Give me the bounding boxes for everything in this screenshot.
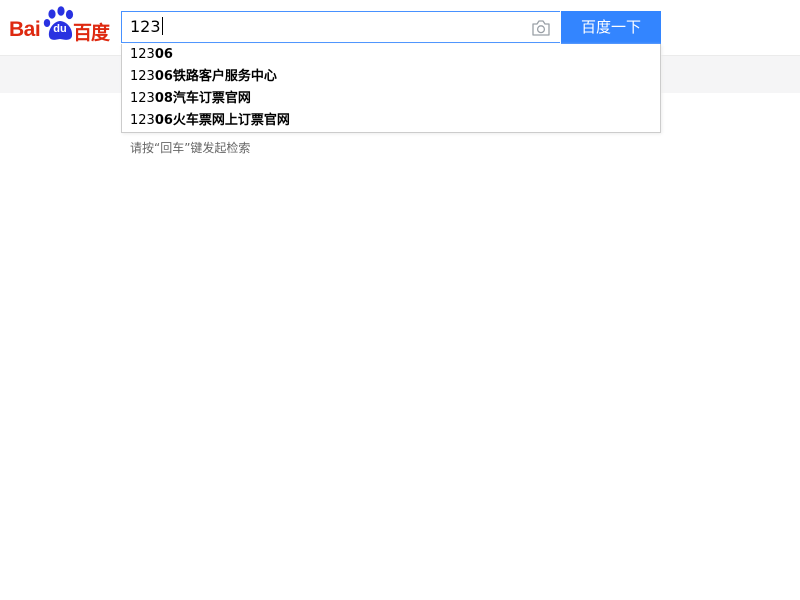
suggestion-dropdown: 12306 12306铁路客户服务中心 12308汽车订票官网 12306火车票… (121, 44, 661, 133)
enter-hint: 请按“回车”键发起检索 (130, 141, 251, 155)
suggestion-completion: 06铁路客户服务中心 (154, 69, 277, 84)
suggestion-prefix: 123 (130, 47, 155, 62)
logo-chinese-text: 百度 (73, 22, 110, 44)
suggestion-item[interactable]: 12306 (130, 44, 173, 66)
suggestion-item[interactable]: 12306铁路客户服务中心 (130, 66, 277, 88)
suggestion-prefix: 123 (130, 91, 155, 106)
suggestion-completion: 08汽车订票官网 (154, 91, 251, 106)
baidu-logo[interactable]: Bai du 百度 (9, 6, 113, 44)
suggestion-prefix: 123 (130, 69, 155, 84)
suggestion-completion: 06 (154, 47, 173, 62)
search-box[interactable]: 123 (121, 11, 560, 43)
text-caret (161, 17, 163, 35)
camera-icon[interactable] (531, 19, 551, 37)
suggestion-item[interactable]: 12308汽车订票官网 (130, 88, 251, 110)
logo-du-text: du (53, 23, 67, 35)
search-input-value: 123 (130, 17, 161, 36)
suggestion-completion: 06火车票网上订票官网 (154, 113, 290, 128)
logo-latin-text: Bai (9, 18, 41, 41)
search-input[interactable]: 123 (130, 12, 163, 42)
suggestion-item[interactable]: 12306火车票网上订票官网 (130, 110, 290, 132)
search-button[interactable]: 百度一下 (561, 11, 661, 44)
suggestion-prefix: 123 (130, 113, 155, 128)
